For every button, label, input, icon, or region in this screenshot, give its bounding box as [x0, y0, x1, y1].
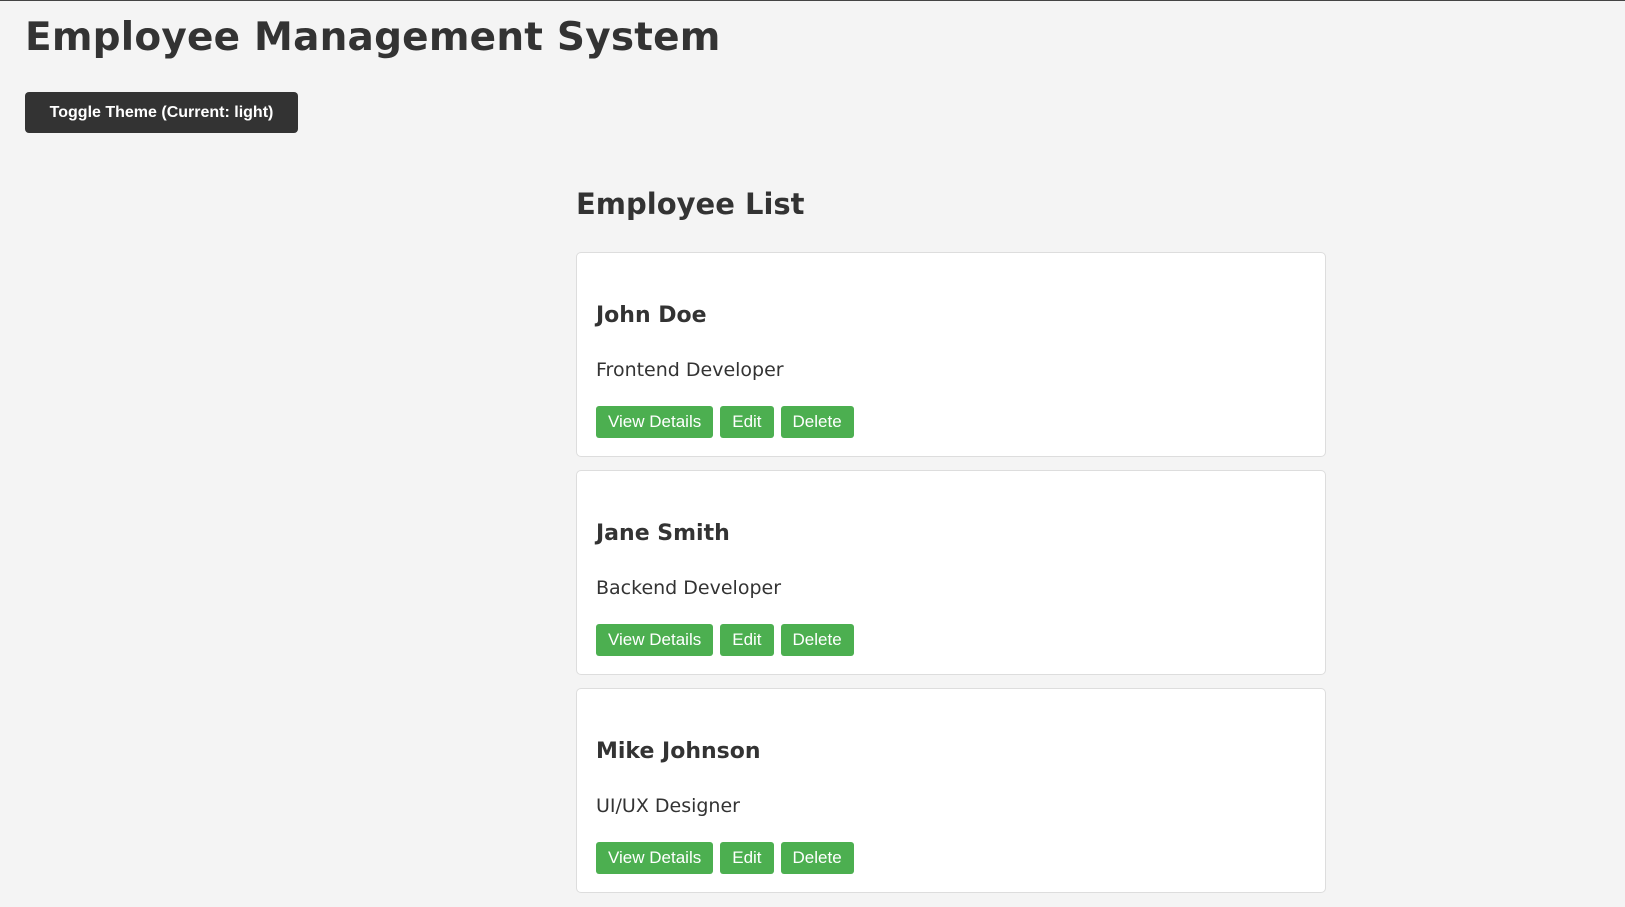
employee-list: John Doe Frontend Developer View Details…	[576, 252, 1326, 906]
delete-button[interactable]: Delete	[780, 406, 854, 438]
employee-name: John Doe	[596, 303, 707, 328]
edit-button[interactable]: Edit	[720, 624, 774, 656]
edit-button[interactable]: Edit	[720, 406, 774, 438]
employee-card: Mike Johnson UI/UX Designer View Details…	[576, 688, 1326, 893]
view-details-button[interactable]: View Details	[596, 624, 714, 656]
employee-actions: View Details Edit Delete	[596, 406, 854, 438]
toggle-theme-button[interactable]: Toggle Theme (Current: light)	[25, 92, 298, 133]
employee-list-title: Employee List	[576, 187, 805, 221]
view-details-button[interactable]: View Details	[596, 842, 714, 874]
view-details-button[interactable]: View Details	[596, 406, 714, 438]
employee-name: Mike Johnson	[596, 739, 761, 764]
delete-button[interactable]: Delete	[780, 624, 854, 656]
employee-card: Jane Smith Backend Developer View Detail…	[576, 470, 1326, 675]
employee-role: UI/UX Designer	[596, 795, 740, 817]
edit-button[interactable]: Edit	[720, 842, 774, 874]
employee-card: John Doe Frontend Developer View Details…	[576, 252, 1326, 457]
employee-name: Jane Smith	[596, 521, 730, 546]
employee-actions: View Details Edit Delete	[596, 624, 854, 656]
employee-role: Frontend Developer	[596, 359, 784, 381]
page-title: Employee Management System	[25, 15, 721, 60]
delete-button[interactable]: Delete	[780, 842, 854, 874]
employee-actions: View Details Edit Delete	[596, 842, 854, 874]
employee-role: Backend Developer	[596, 577, 781, 599]
